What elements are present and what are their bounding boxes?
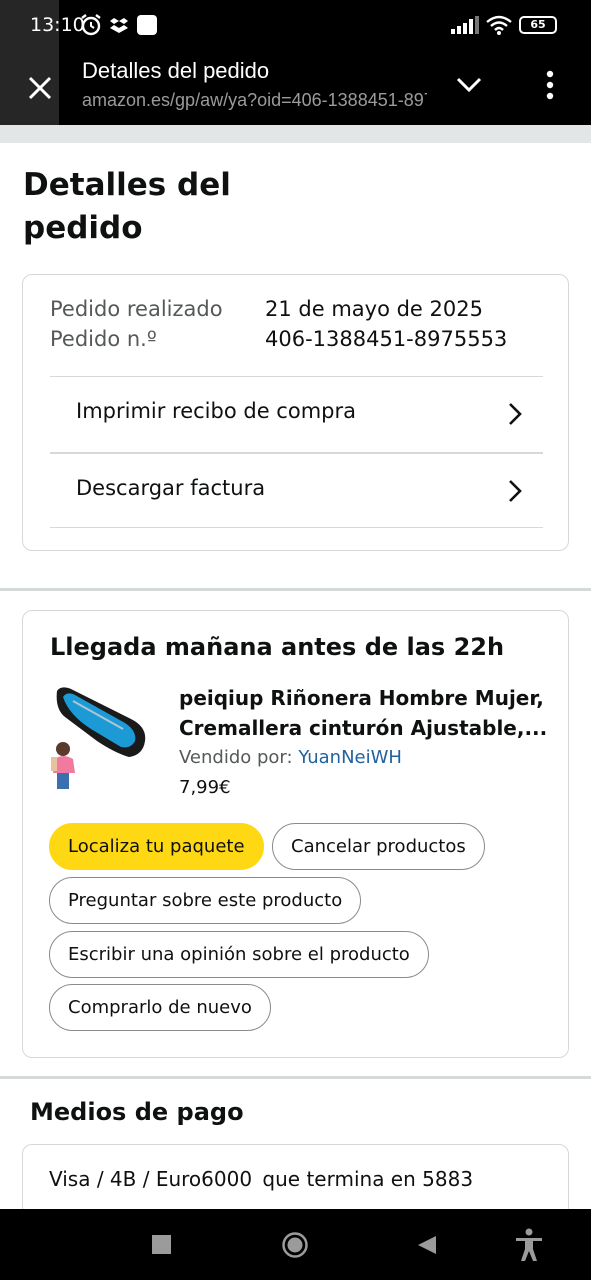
accessibility-icon[interactable] bbox=[514, 1228, 544, 1262]
home-icon[interactable] bbox=[281, 1231, 309, 1259]
buy-again-button[interactable]: Comprarlo de nuevo bbox=[49, 984, 271, 1031]
order-placed-value: 21 de mayo de 2025 bbox=[265, 297, 483, 321]
back-icon[interactable] bbox=[416, 1234, 438, 1256]
product-image[interactable] bbox=[51, 683, 151, 793]
tab-url[interactable]: amazon.es/gp/aw/ya?oid=406-1388451-89755… bbox=[82, 90, 427, 111]
delivery-status: Llegada mañana antes de las 22h bbox=[50, 633, 505, 661]
seller-info: Vendido por: YuanNeiWH bbox=[179, 747, 402, 768]
signal-icon bbox=[451, 16, 479, 34]
shipment-card: Llegada mañana antes de las 22h peiqiup … bbox=[22, 610, 569, 1058]
tab-title: Detalles del pedido bbox=[82, 58, 270, 83]
download-invoice-link[interactable]: Descargar factura bbox=[50, 452, 543, 528]
track-package-button[interactable]: Localiza tu paquete bbox=[49, 823, 264, 870]
order-number-value: 406-1388451-8975553 bbox=[265, 327, 508, 351]
payment-method: Visa / 4B / Euro6000 que termina en 5883 bbox=[49, 1167, 473, 1191]
dropbox-icon bbox=[110, 18, 128, 33]
order-number-label: Pedido n.º bbox=[50, 327, 157, 351]
write-review-button[interactable]: Escribir una opinión sobre el producto bbox=[49, 931, 429, 978]
section-divider bbox=[0, 1076, 591, 1079]
notification-square-icon bbox=[137, 15, 157, 35]
custom-tab-toolbar: Detalles del pedido amazon.es/gp/aw/ya?o… bbox=[0, 52, 591, 125]
product-title-link[interactable]: peiqiup Riñonera Hombre Mujer, Cremaller… bbox=[179, 683, 549, 743]
chevron-right-icon bbox=[509, 403, 522, 425]
status-bar: 13:10 65 bbox=[0, 0, 591, 125]
payment-method-ending: que termina en 5883 bbox=[262, 1167, 474, 1191]
ask-product-question-button[interactable]: Preguntar sobre este producto bbox=[49, 877, 362, 924]
page-top-strip bbox=[0, 125, 591, 143]
chevron-down-icon[interactable] bbox=[455, 70, 483, 98]
payment-method-name: Visa / 4B / Euro6000 bbox=[49, 1167, 253, 1191]
close-icon[interactable] bbox=[20, 68, 60, 108]
payment-section-title: Medios de pago bbox=[30, 1098, 244, 1126]
page-title: Detalles del pedido bbox=[23, 167, 231, 246]
alarm-icon bbox=[81, 14, 101, 36]
more-vert-icon[interactable] bbox=[536, 68, 564, 102]
chevron-right-icon bbox=[509, 480, 522, 502]
order-placed-label: Pedido realizado bbox=[50, 297, 223, 321]
seller-link[interactable]: YuanNeiWH bbox=[298, 747, 402, 768]
cancel-items-button[interactable]: Cancelar productos bbox=[272, 823, 485, 870]
wifi-icon bbox=[486, 15, 512, 35]
order-info-card: Pedido realizado 21 de mayo de 2025 Pedi… bbox=[22, 274, 569, 551]
battery-icon: 65 bbox=[519, 16, 557, 34]
system-navigation-bar bbox=[0, 1209, 591, 1280]
product-price: 7,99€ bbox=[179, 777, 231, 798]
section-divider bbox=[0, 588, 591, 591]
print-receipt-link[interactable]: Imprimir recibo de compra bbox=[50, 376, 543, 452]
status-time: 13:10 bbox=[30, 14, 85, 36]
recent-apps-icon[interactable] bbox=[152, 1235, 172, 1255]
